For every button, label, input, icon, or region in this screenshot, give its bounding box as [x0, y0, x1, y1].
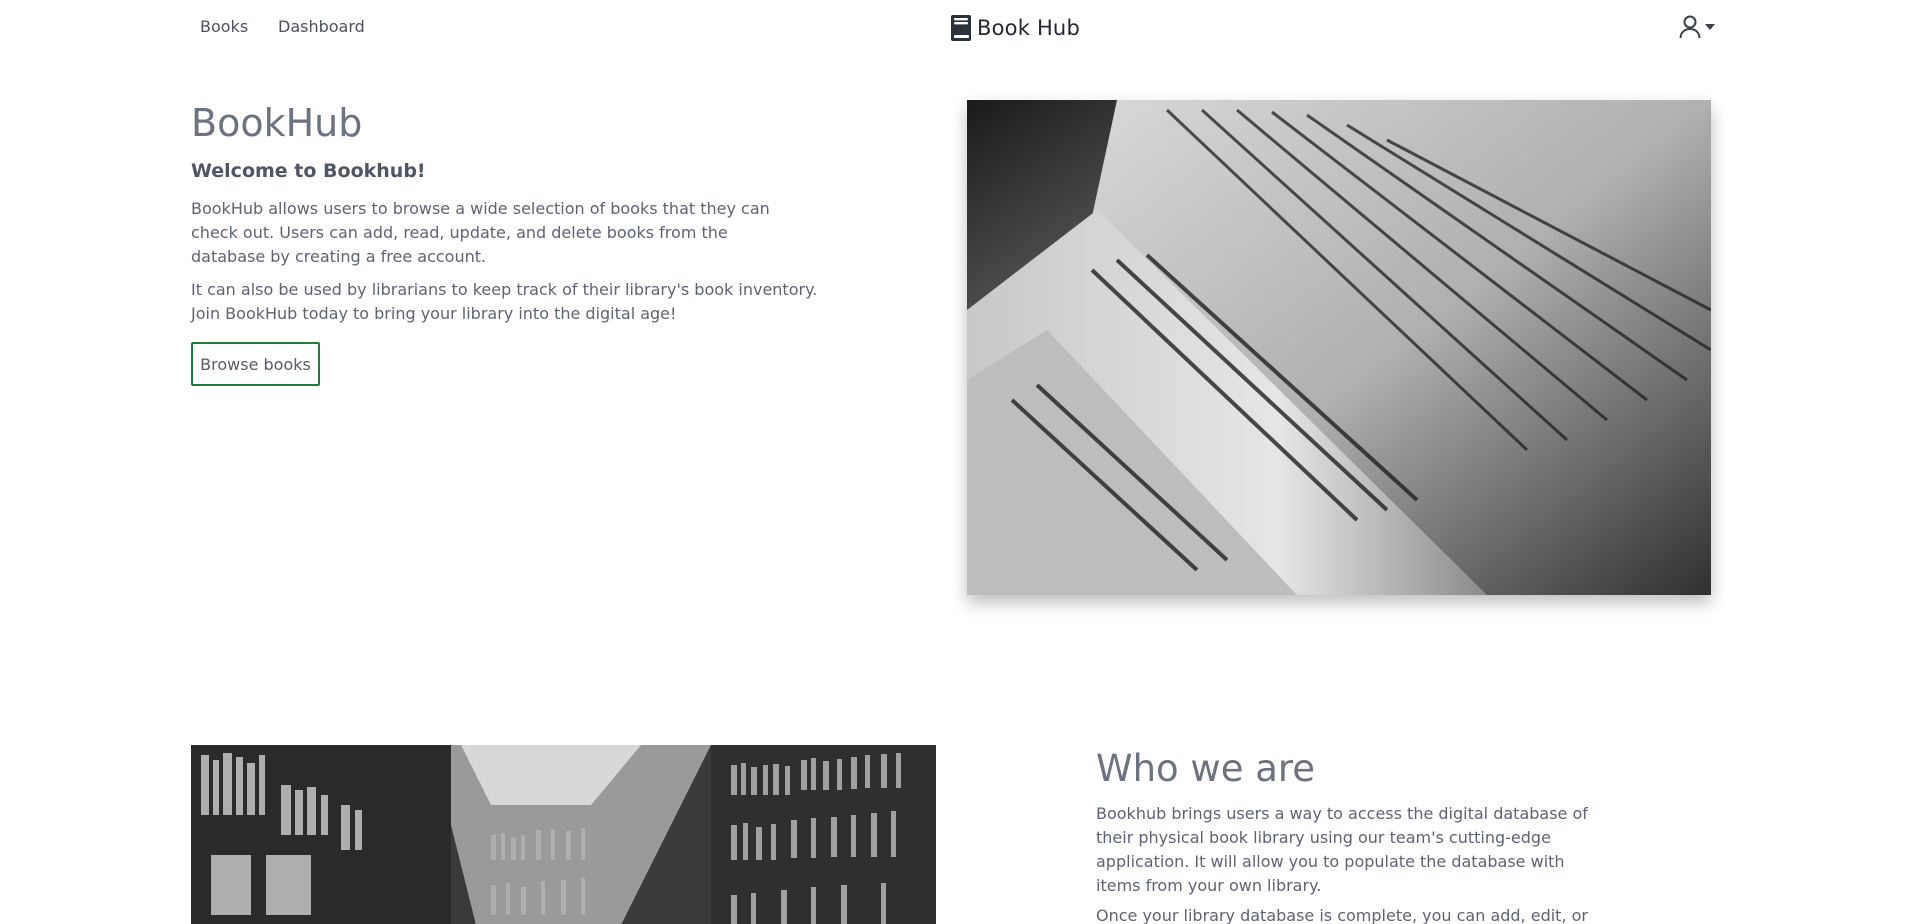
hero-title: BookHub [191, 101, 363, 145]
hero-description-secondary: It can also be used by librarians to kee… [191, 280, 818, 323]
hero-description: BookHub allows users to browse a wide se… [191, 199, 770, 266]
open-book-photo [967, 100, 1711, 595]
book-icon [951, 15, 971, 41]
caret-down-icon [1705, 24, 1715, 30]
top-navbar: Books Dashboard Book Hub [0, 0, 1906, 56]
hero-subtitle: Welcome to Bookhub! [191, 160, 426, 182]
nav-link-dashboard[interactable]: Dashboard [278, 17, 365, 36]
about-description-secondary: Once your library database is complete, … [1096, 906, 1588, 924]
nav-link-books[interactable]: Books [200, 17, 248, 36]
about-title: Who we are [1096, 747, 1316, 790]
library-shelves-photo [191, 745, 936, 924]
brand-logo[interactable]: Book Hub [949, 12, 1080, 44]
about-description: Bookhub brings users a way to access the… [1096, 804, 1588, 895]
browse-books-button[interactable]: Browse books [191, 342, 320, 386]
brand-name: Book Hub [977, 16, 1080, 40]
user-icon [1679, 15, 1701, 39]
user-menu-toggle[interactable] [1678, 14, 1715, 40]
